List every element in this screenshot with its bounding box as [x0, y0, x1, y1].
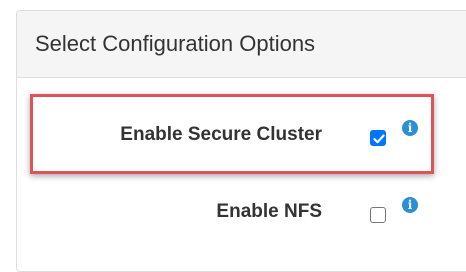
panel-header: Select Configuration Options: [17, 11, 466, 78]
checkmark-icon: [373, 134, 385, 144]
enable-secure-cluster-label: Enable Secure Cluster: [120, 124, 322, 145]
enable-nfs-checkbox[interactable]: [370, 207, 386, 223]
info-icon[interactable]: i: [402, 197, 418, 213]
enable-nfs-label: Enable NFS: [216, 201, 322, 222]
panel-title: Select Configuration Options: [35, 31, 316, 56]
enable-secure-cluster-checkbox[interactable]: [370, 130, 386, 146]
info-icon[interactable]: i: [402, 120, 418, 136]
